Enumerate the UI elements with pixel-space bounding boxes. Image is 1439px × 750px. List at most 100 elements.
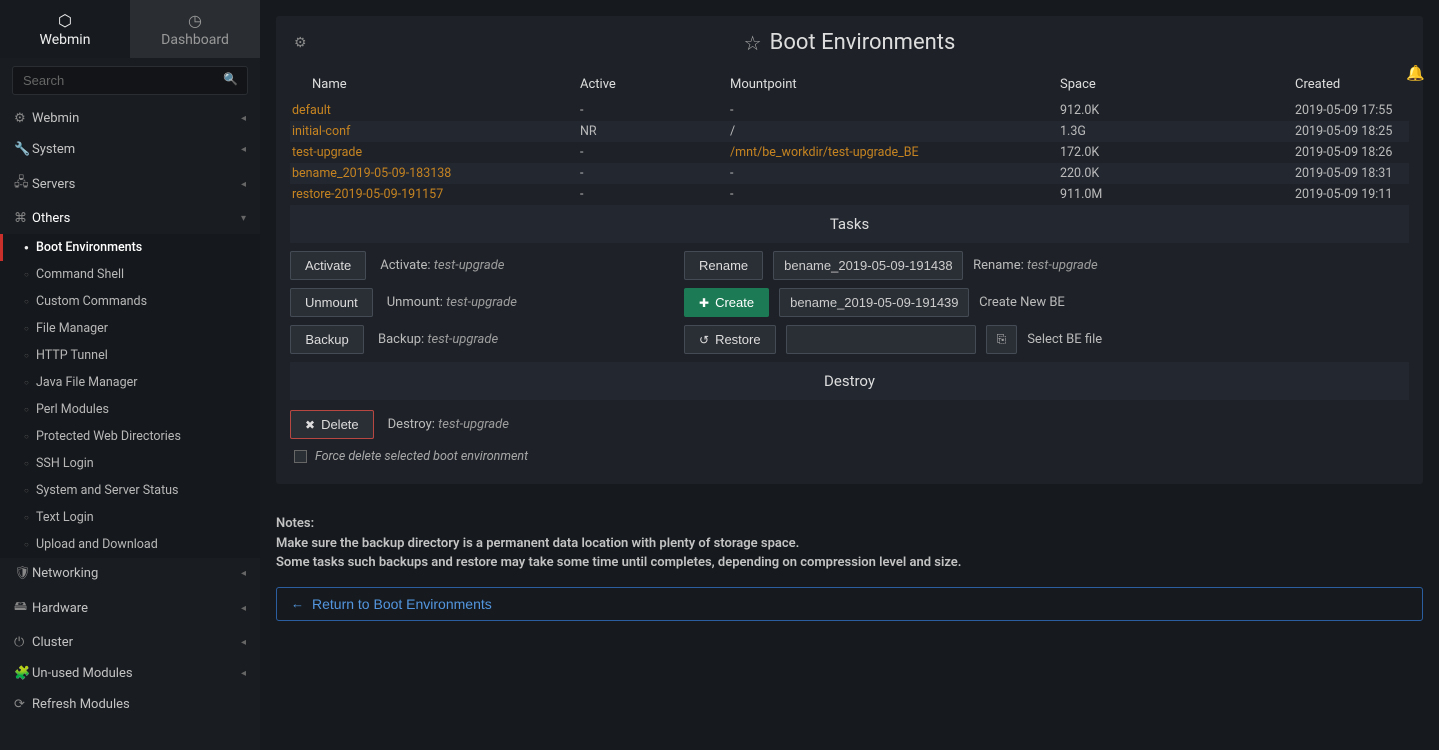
td-active: - — [580, 103, 730, 118]
star-icon[interactable]: ☆ — [744, 31, 762, 55]
nav-subitem-label: File Manager — [36, 321, 108, 336]
activate-button[interactable]: Activate — [290, 251, 366, 280]
nav-label: Networking — [32, 566, 241, 581]
rename-label: Rename: test-upgrade — [973, 258, 1098, 273]
nav-subitem-upload-and-download[interactable]: ○Upload and Download — [0, 531, 260, 558]
destroy-title: Destroy — [290, 362, 1409, 400]
return-button[interactable]: ← Return to Boot Environments — [276, 587, 1423, 621]
nav-label: Servers — [32, 177, 241, 192]
td-mount: / — [730, 124, 1060, 139]
unmount-button[interactable]: Unmount — [290, 288, 373, 317]
nav-subitem-java-file-manager[interactable]: ○Java File Manager — [0, 369, 260, 396]
search-icon[interactable]: 🔍 — [223, 72, 238, 86]
nav-subitem-text-login[interactable]: ○Text Login — [0, 504, 260, 531]
nav-group-cluster[interactable]: ⏻Cluster◂ — [0, 627, 260, 658]
td-mount: - — [730, 103, 1060, 118]
nav-subitem-label: Text Login — [36, 510, 94, 525]
nav: ⚙Webmin◂🔧System◂🖧Servers◂⌘Others▾●Boot E… — [0, 103, 260, 750]
sidebar-tabs: ⬡ Webmin ◷ Dashboard — [0, 0, 260, 58]
rename-button[interactable]: Rename — [684, 251, 763, 280]
restore-file-input[interactable] — [786, 325, 976, 354]
sidebar: ⬡ Webmin ◷ Dashboard 🔍 ⚙Webmin◂🔧System◂🖧… — [0, 0, 260, 750]
th-mount: Mountpoint — [730, 77, 1060, 92]
backup-label: Backup: test-upgrade — [378, 332, 498, 347]
create-input[interactable] — [779, 288, 969, 317]
backup-button[interactable]: Backup — [290, 325, 364, 354]
nav-subitem-label: HTTP Tunnel — [36, 348, 108, 363]
td-active: - — [580, 187, 730, 202]
nav-subitem-ssh-login[interactable]: ○SSH Login — [0, 450, 260, 477]
dot-icon: ○ — [24, 540, 36, 549]
tasks-body: Activate Activate: test-upgrade Rename R… — [290, 243, 1409, 362]
nav-subitem-command-shell[interactable]: ○Command Shell — [0, 261, 260, 288]
nav-icon: ⏻ — [14, 635, 32, 650]
be-name-link[interactable]: initial-conf — [292, 124, 350, 139]
notes: Notes: Make sure the backup directory is… — [276, 514, 1423, 573]
td-mount: - — [730, 166, 1060, 181]
nav-group-networking[interactable]: 🛡Networking◂ — [0, 558, 260, 589]
nav-subitem-label: Protected Web Directories — [36, 429, 181, 444]
page-title: Boot Environments — [770, 30, 956, 55]
be-name-link[interactable]: restore-2019-05-09-191157 — [292, 187, 443, 202]
force-delete-checkbox[interactable] — [294, 450, 307, 463]
nav-group-refresh-modules[interactable]: ⟳Refresh Modules — [0, 689, 260, 720]
th-space: Space — [1060, 77, 1210, 92]
dot-icon: ○ — [24, 405, 36, 414]
create-label: Create New BE — [979, 295, 1065, 310]
td-active: - — [580, 145, 730, 160]
panel-header: ⚙ ☆ Boot Environments — [276, 16, 1423, 69]
nav-group-others[interactable]: ⌘Others▾ — [0, 203, 260, 234]
td-space: 912.0K — [1060, 103, 1210, 118]
td-mount: /mnt/be_workdir/test-upgrade_BE — [730, 145, 1060, 160]
td-active: - — [580, 166, 730, 181]
th-created: Created — [1210, 77, 1409, 92]
nav-subitem-label: Boot Environments — [36, 240, 142, 255]
nav-subitem-protected-web-directories[interactable]: ○Protected Web Directories — [0, 423, 260, 450]
nav-label: System — [32, 142, 241, 157]
notes-line1: Make sure the backup directory is a perm… — [276, 534, 1423, 554]
nav-label: Hardware — [32, 601, 241, 616]
activate-label: Activate: test-upgrade — [380, 258, 504, 273]
delete-button[interactable]: ✖Delete — [290, 410, 374, 439]
mount-link[interactable]: /mnt/be_workdir/test-upgrade_BE — [730, 145, 919, 160]
nav-icon: 🖧 — [14, 173, 32, 195]
nav-group-system[interactable]: 🔧System◂ — [0, 134, 260, 165]
nav-subitem-system-and-server-status[interactable]: ○System and Server Status — [0, 477, 260, 504]
notes-heading: Notes: — [276, 514, 1423, 534]
nav-group-hardware[interactable]: 🖴Hardware◂ — [0, 589, 260, 627]
th-active: Active — [580, 77, 730, 92]
nav-group-servers[interactable]: 🖧Servers◂ — [0, 165, 260, 203]
create-button[interactable]: ✚Create — [684, 288, 769, 317]
webmin-icon: ⬡ — [58, 11, 72, 30]
restore-button[interactable]: ↺Restore — [684, 325, 776, 354]
nav-subitem-perl-modules[interactable]: ○Perl Modules — [0, 396, 260, 423]
force-delete-label: Force delete selected boot environment — [315, 449, 528, 464]
nav-icon: ⚙ — [14, 111, 32, 126]
nav-subitem-custom-commands[interactable]: ○Custom Commands — [0, 288, 260, 315]
dot-icon: ○ — [24, 297, 36, 306]
table-row: initial-confNR/1.3G2019-05-09 18:25 — [290, 121, 1409, 142]
nav-icon: 🖴 — [14, 597, 32, 619]
td-space: 1.3G — [1060, 124, 1210, 139]
be-name-link[interactable]: default — [292, 103, 331, 118]
rename-input[interactable] — [773, 251, 963, 280]
nav-group-webmin[interactable]: ⚙Webmin◂ — [0, 103, 260, 134]
arrow-left-icon: ← — [291, 596, 304, 611]
nav-icon: ⟳ — [14, 697, 32, 712]
td-created: 2019-05-09 17:55 — [1210, 103, 1409, 118]
td-space: 220.0K — [1060, 166, 1210, 181]
tab-webmin[interactable]: ⬡ Webmin — [0, 0, 130, 58]
search-input[interactable] — [12, 66, 248, 95]
nav-subitem-http-tunnel[interactable]: ○HTTP Tunnel — [0, 342, 260, 369]
gear-icon[interactable]: ⚙ — [294, 35, 307, 51]
nav-subitem-boot-environments[interactable]: ●Boot Environments — [0, 234, 260, 261]
td-space: 911.0M — [1060, 187, 1210, 202]
nav-label: Others — [32, 211, 241, 226]
nav-subitem-file-manager[interactable]: ○File Manager — [0, 315, 260, 342]
be-name-link[interactable]: test-upgrade — [292, 145, 362, 160]
be-name-link[interactable]: bename_2019-05-09-183138 — [292, 166, 451, 181]
nav-group-un-used-modules[interactable]: 🧩Un-used Modules◂ — [0, 658, 260, 689]
panel: ⚙ ☆ Boot Environments Name Active Mountp… — [276, 16, 1423, 484]
tab-dashboard[interactable]: ◷ Dashboard — [130, 0, 260, 58]
file-picker-button[interactable]: ⎘ — [986, 325, 1018, 354]
